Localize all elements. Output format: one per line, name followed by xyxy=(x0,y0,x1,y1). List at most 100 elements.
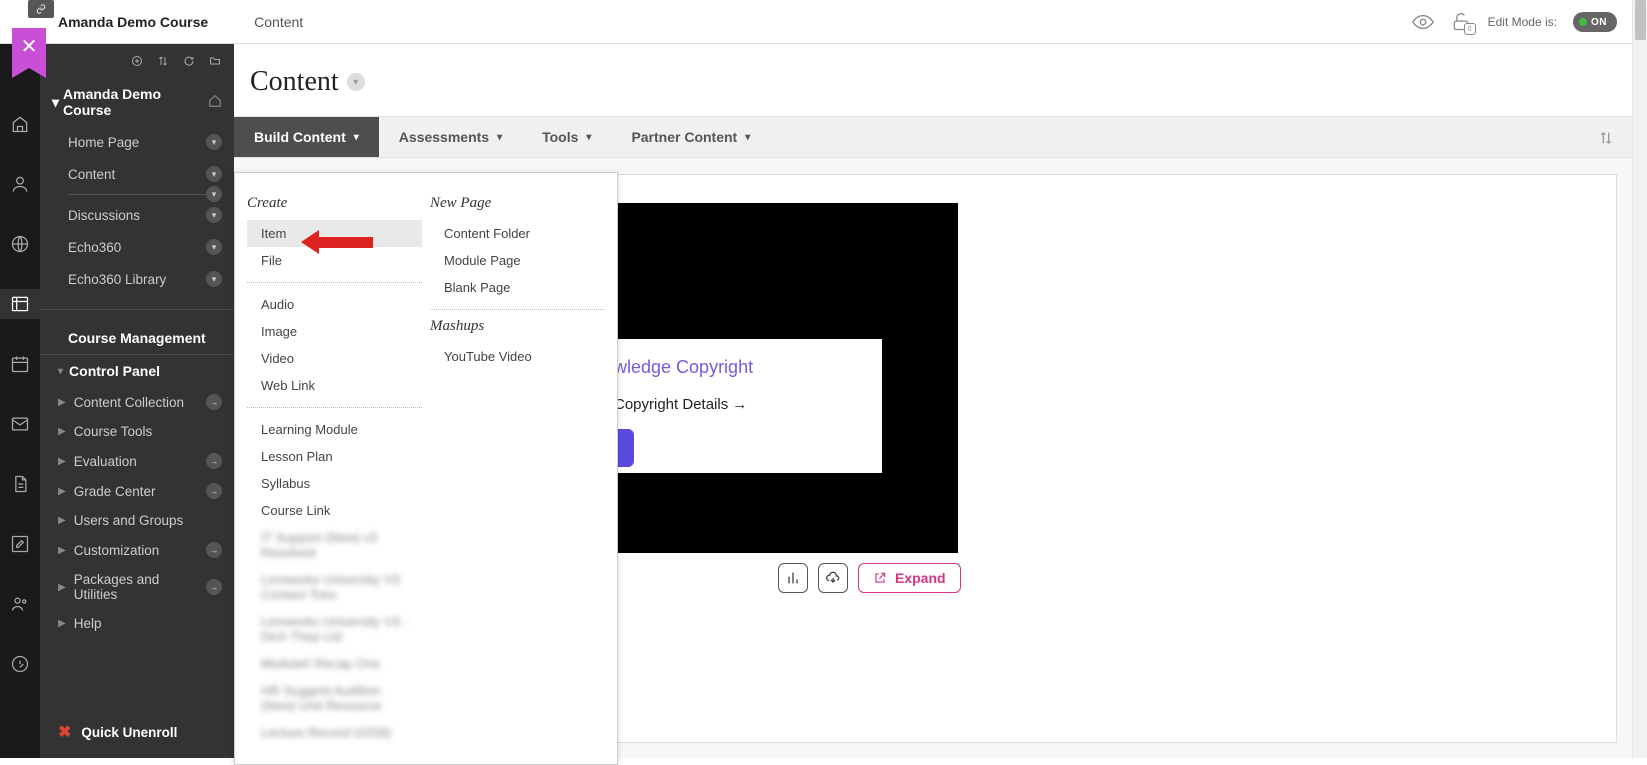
rail-institution-icon[interactable] xyxy=(0,109,40,139)
mgmt-grade-center[interactable]: ▶Grade Center→ xyxy=(40,476,234,506)
dd-syllabus[interactable]: Syllabus xyxy=(247,470,422,497)
link-icon[interactable] xyxy=(28,0,54,18)
dd-content-folder[interactable]: Content Folder xyxy=(430,220,605,247)
dd-youtube-video[interactable]: YouTube Video xyxy=(430,343,605,370)
rail-calendar-icon[interactable] xyxy=(0,349,40,379)
tab-build-content[interactable]: Build Content▾ xyxy=(234,117,379,157)
sidebar-course-title: Amanda Demo Course xyxy=(63,86,208,118)
home-icon[interactable] xyxy=(208,94,222,111)
dd-web-link[interactable]: Web Link xyxy=(247,372,422,399)
page-title-menu-icon[interactable]: ▾ xyxy=(347,73,365,91)
tab-partner-content[interactable]: Partner Content▾ xyxy=(611,117,770,157)
global-rail xyxy=(0,44,40,758)
rail-edit-icon[interactable] xyxy=(0,529,40,559)
chevron-down-icon[interactable]: ▾ xyxy=(206,239,222,255)
rail-globe-icon[interactable] xyxy=(0,229,40,259)
sidebar-course-head[interactable]: ▾ Amanda Demo Course xyxy=(40,78,234,126)
main-area: Content ▾ Build Content▾ Assessments▾ To… xyxy=(234,44,1632,758)
sidebar-icon-row xyxy=(40,44,234,78)
mgmt-label: Content Collection xyxy=(74,395,184,410)
breadcrumb-page[interactable]: Content xyxy=(254,14,303,30)
mgmt-content-collection[interactable]: ▶ Content Collection → xyxy=(40,387,234,417)
nav-home-page[interactable]: Home Page▾ xyxy=(40,126,234,158)
close-course-tab[interactable]: ✕ xyxy=(12,28,46,68)
mgmt-help[interactable]: ▶Help xyxy=(40,609,234,638)
folder-icon[interactable] xyxy=(208,54,222,68)
rail-signout-icon[interactable] xyxy=(0,649,40,679)
nav-discussions[interactable]: Discussions▾ xyxy=(40,199,234,231)
triangle-icon: ▶ xyxy=(58,582,66,593)
dd-learning-module[interactable]: Learning Module xyxy=(247,416,422,443)
scrollbar-thumb[interactable] xyxy=(1635,0,1646,40)
dd-course-link[interactable]: Course Link xyxy=(247,497,422,524)
preview-icon[interactable] xyxy=(1412,11,1434,33)
edit-mode-label: Edit Mode is: xyxy=(1488,15,1557,29)
mgmt-packages-utilities[interactable]: ▶ Packages and Utilities→ xyxy=(40,565,234,609)
go-icon[interactable]: → xyxy=(206,542,222,558)
mgmt-users-groups[interactable]: ▶Users and Groups xyxy=(40,506,234,535)
rail-document-icon[interactable] xyxy=(0,469,40,499)
chevron-down-icon[interactable]: ▾ xyxy=(206,186,222,202)
go-icon[interactable]: → xyxy=(206,394,222,410)
dd-module-page[interactable]: Module Page xyxy=(430,247,605,274)
tab-assessments[interactable]: Assessments▾ xyxy=(379,117,522,157)
expand-button[interactable]: Expand xyxy=(858,563,961,593)
chevron-down-icon[interactable]: ▾ xyxy=(206,166,222,182)
triangle-icon: ▶ xyxy=(58,397,66,408)
dd-video[interactable]: Video xyxy=(247,345,422,372)
refresh-icon[interactable] xyxy=(182,54,196,68)
lock-icon[interactable]: 0 xyxy=(1450,11,1472,33)
expand-icon: ▾ xyxy=(52,94,59,111)
go-icon[interactable]: → xyxy=(206,453,222,469)
mgmt-customization[interactable]: ▶Customization→ xyxy=(40,535,234,565)
section-course-management: Course Management xyxy=(40,309,234,354)
mgmt-label: Packages and Utilities xyxy=(74,572,206,602)
nav-label: Echo360 xyxy=(68,240,121,255)
mgmt-course-tools[interactable]: ▶Course Tools xyxy=(40,417,234,446)
sort-icon[interactable] xyxy=(1598,117,1614,159)
video-card: wledge Copyright Copyright Details→ xyxy=(596,339,882,473)
dd-blank-page[interactable]: Blank Page xyxy=(430,274,605,301)
quick-unenroll[interactable]: ✖ Quick Unenroll xyxy=(40,706,234,758)
nav-echo360[interactable]: Echo360 ▾ xyxy=(40,231,234,263)
dropdown-head-mashups: Mashups xyxy=(430,318,605,335)
breadcrumb-course[interactable]: Amanda Demo Course xyxy=(58,14,208,30)
nav-content[interactable]: Content▾ xyxy=(40,158,234,190)
dropdown-separator xyxy=(247,282,422,283)
tab-tools[interactable]: Tools▾ xyxy=(522,117,611,157)
dd-image[interactable]: Image xyxy=(247,318,422,345)
dd-blurred[interactable]: HR Suggest Audition (New) Unit Resource xyxy=(247,677,422,719)
nav-echo360-library[interactable]: Echo360 Library▾ xyxy=(40,263,234,295)
dd-blurred[interactable]: Linnworks University V3 Contact Toes xyxy=(247,566,422,608)
dd-blurred[interactable]: Module0 Recap One xyxy=(247,650,422,677)
go-icon[interactable]: → xyxy=(206,483,222,499)
mgmt-label: Help xyxy=(74,616,102,631)
cloud-download-icon[interactable] xyxy=(818,563,848,593)
dd-blurred[interactable]: Lecture Record (#258) xyxy=(247,719,422,746)
edit-mode-toggle[interactable]: ON xyxy=(1573,12,1617,32)
add-icon[interactable] xyxy=(130,54,144,68)
rail-assist-icon[interactable] xyxy=(0,589,40,619)
control-panel-head[interactable]: ▾ Control Panel xyxy=(40,354,234,387)
reorder-icon[interactable] xyxy=(156,54,170,68)
toggle-text: ON xyxy=(1591,17,1607,28)
chevron-down-icon[interactable]: ▾ xyxy=(206,134,222,150)
dd-blurred[interactable]: IT Support (New) v3 Resolved xyxy=(247,524,422,566)
stats-icon[interactable] xyxy=(778,563,808,593)
chevron-down-icon[interactable]: ▾ xyxy=(206,207,222,223)
page-scrollbar[interactable] xyxy=(1632,0,1647,758)
nav-divider: ▾ xyxy=(68,194,222,195)
mgmt-evaluation[interactable]: ▶Evaluation→ xyxy=(40,446,234,476)
chevron-down-icon[interactable]: ▾ xyxy=(206,271,222,287)
dd-audio[interactable]: Audio xyxy=(247,291,422,318)
mgmt-label: Grade Center xyxy=(74,484,156,499)
video-card-sub[interactable]: Copyright Details→ xyxy=(614,396,864,413)
rail-messages-icon[interactable] xyxy=(0,409,40,439)
dd-lesson-plan[interactable]: Lesson Plan xyxy=(247,443,422,470)
go-icon[interactable]: → xyxy=(206,579,222,595)
rail-courses-icon[interactable] xyxy=(0,289,40,319)
course-sidebar: ▾ Amanda Demo Course Home Page▾ Content▾… xyxy=(40,44,234,758)
dd-blurred[interactable]: Linnworks University V3 - Dich Thep Ltd xyxy=(247,608,422,650)
rail-profile-icon[interactable] xyxy=(0,169,40,199)
dropdown-col-right: New Page Content Folder Module Page Blan… xyxy=(430,191,605,746)
